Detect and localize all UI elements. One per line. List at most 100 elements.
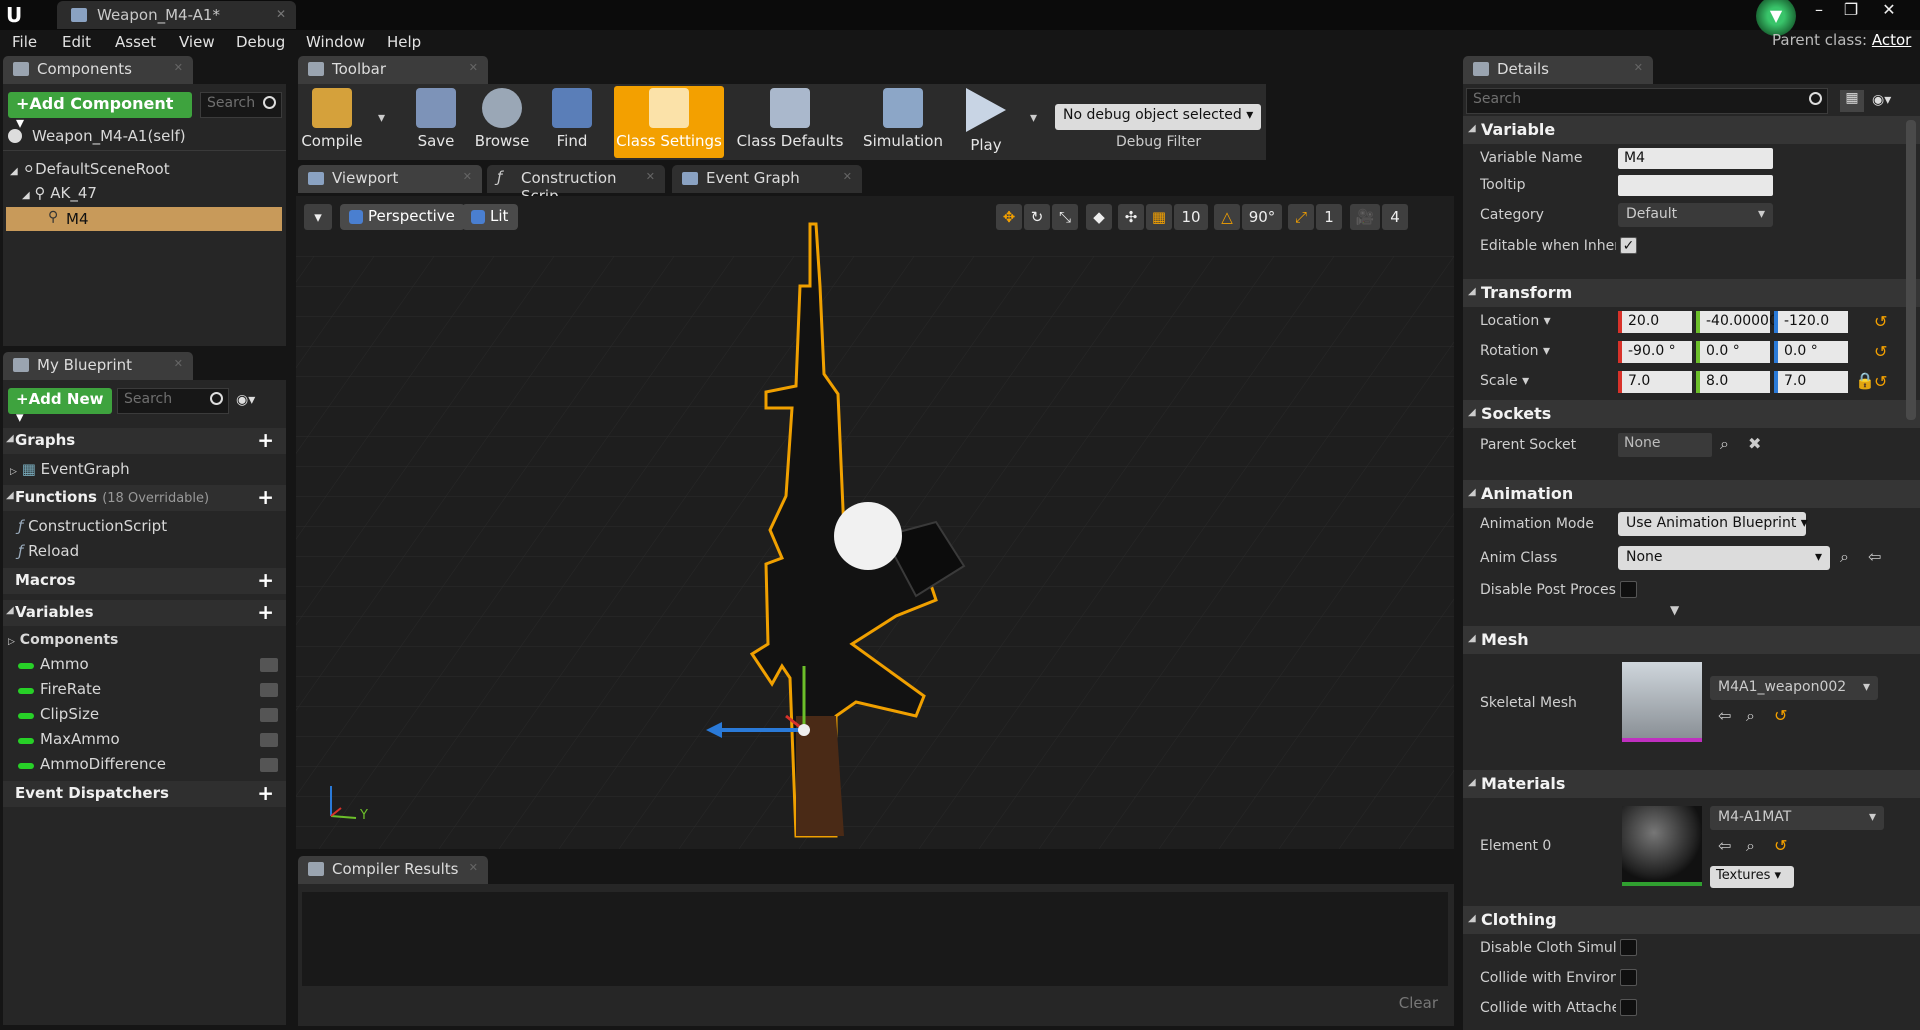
add-variable-icon[interactable]: + xyxy=(257,600,274,624)
compiler-results-tab[interactable]: Compiler Results ✕ xyxy=(298,856,488,884)
camera-speed-value[interactable]: 4 xyxy=(1382,204,1408,230)
reset-mesh-icon[interactable]: ↺ xyxy=(1774,706,1787,725)
toolbar-tab[interactable]: Toolbar ✕ xyxy=(298,56,488,84)
surface-snap-icon[interactable]: ✣ xyxy=(1118,204,1144,230)
perspective-button[interactable]: Perspective xyxy=(340,204,465,230)
rotation-z-field[interactable]: 0.0 ° xyxy=(1774,341,1848,363)
event-dispatchers-category[interactable]: Event Dispatchers + xyxy=(3,781,286,807)
property-matrix-icon[interactable]: ▦ xyxy=(1840,90,1864,112)
menu-edit[interactable]: Edit xyxy=(62,33,91,51)
clear-button[interactable]: Clear xyxy=(1399,994,1438,1012)
materials-section[interactable]: ◢ Materials xyxy=(1463,770,1920,798)
tree-item-defaultsceneroot[interactable]: ◢ ⚪DefaultSceneRoot xyxy=(10,160,170,178)
eye-icon[interactable] xyxy=(260,658,278,672)
translate-tool-icon[interactable]: ✥ xyxy=(996,204,1022,230)
tree-item-ak47[interactable]: ◢ ⚲ AK_47 xyxy=(22,184,97,202)
class-settings-button[interactable]: Class Settings xyxy=(614,86,724,158)
menu-help[interactable]: Help xyxy=(387,33,421,51)
my-blueprint-tab[interactable]: My Blueprint ✕ xyxy=(3,352,193,380)
functions-category[interactable]: ◢ Functions (18 Overridable) + xyxy=(3,485,286,511)
function-item-reload[interactable]: ƒ Reload xyxy=(18,542,79,560)
graph-item-eventgraph[interactable]: ▷ ▦ EventGraph xyxy=(10,460,130,478)
close-tab-icon[interactable]: ✕ xyxy=(174,61,183,74)
use-selected-arrow-icon[interactable]: ⇦ xyxy=(1868,547,1881,566)
rotation-y-field[interactable]: 0.0 ° xyxy=(1696,341,1770,363)
add-new-button[interactable]: +Add New ▾ xyxy=(8,388,112,426)
component-search-input[interactable]: Search xyxy=(200,92,282,118)
menu-file[interactable]: File xyxy=(12,33,37,51)
expand-advanced-icon[interactable]: ▼ xyxy=(1670,603,1679,617)
scale-snap-value[interactable]: 1 xyxy=(1316,204,1342,230)
rotation-label[interactable]: Rotation ▾ xyxy=(1480,343,1610,359)
textures-dropdown[interactable]: Textures ▾ xyxy=(1710,866,1794,888)
close-tab-icon[interactable]: ✕ xyxy=(843,170,852,183)
view-options-eye-icon[interactable]: ◉▾ xyxy=(1872,92,1891,108)
menu-debug[interactable]: Debug xyxy=(236,33,285,51)
material-select[interactable]: M4-A1MAT ▾ xyxy=(1710,806,1884,830)
close-tab-icon[interactable]: ✕ xyxy=(469,61,478,74)
components-group[interactable]: ▷ Components xyxy=(8,632,118,648)
world-local-icon[interactable]: ◆ xyxy=(1086,204,1112,230)
collide-environment-checkbox[interactable] xyxy=(1620,969,1637,986)
variable-item-ammodifference[interactable]: AmmoDifference xyxy=(40,755,166,773)
find-button[interactable]: Find xyxy=(542,86,602,158)
close-tab-icon[interactable]: ✕ xyxy=(1634,61,1643,74)
lit-button[interactable]: Lit xyxy=(462,204,519,230)
variable-section[interactable]: ◢ Variable xyxy=(1463,116,1920,144)
grid-snap-value[interactable]: 10 xyxy=(1174,204,1208,230)
location-z-field[interactable]: -120.0 xyxy=(1774,311,1848,333)
maximize-icon[interactable]: ❐ xyxy=(1836,0,1866,20)
scale-y-field[interactable]: 8.0 xyxy=(1696,371,1770,393)
reset-material-icon[interactable]: ↺ xyxy=(1774,836,1787,855)
rotation-x-field[interactable]: -90.0 ° xyxy=(1618,341,1692,363)
compile-options-chevron-icon[interactable]: ▾ xyxy=(378,110,385,126)
anim-class-select[interactable]: None ▾ xyxy=(1618,546,1830,570)
location-label[interactable]: Location ▾ xyxy=(1480,313,1610,329)
add-graph-icon[interactable]: + xyxy=(257,428,274,452)
add-function-icon[interactable]: + xyxy=(257,485,274,509)
components-tab[interactable]: Components ✕ xyxy=(3,56,193,84)
tooltip-field[interactable] xyxy=(1618,175,1773,196)
use-selected-arrow-icon[interactable]: ⇦ xyxy=(1718,706,1731,725)
skeletal-mesh-select[interactable]: M4A1_weapon002 ▾ xyxy=(1710,676,1878,700)
browse-icon[interactable]: ⌕ xyxy=(1746,706,1755,726)
details-scrollbar[interactable] xyxy=(1906,120,1916,420)
variables-category[interactable]: ◢ Variables + xyxy=(3,600,286,626)
search-icon[interactable]: ⌕ xyxy=(1720,434,1729,454)
use-selected-arrow-icon[interactable]: ⇦ xyxy=(1718,836,1731,855)
close-tab-icon[interactable]: ✕ xyxy=(646,170,655,183)
editable-when-inherited-checkbox[interactable]: ✓ xyxy=(1620,237,1637,254)
viewport-options-chevron-icon[interactable]: ▾ xyxy=(304,204,332,230)
class-defaults-button[interactable]: Class Defaults xyxy=(734,86,846,158)
variable-item-firerate[interactable]: FireRate xyxy=(40,680,101,698)
graphs-category[interactable]: ◢ Graphs + xyxy=(3,428,286,454)
eye-icon[interactable] xyxy=(260,708,278,722)
close-tab-icon[interactable]: ✕ xyxy=(469,861,478,874)
disable-post-process-checkbox[interactable] xyxy=(1620,581,1637,598)
variable-item-clipsize[interactable]: ClipSize xyxy=(40,705,99,723)
tab-construction-script[interactable]: ƒConstruction Scrip✕ xyxy=(487,165,665,205)
menu-view[interactable]: View xyxy=(179,33,215,51)
mesh-section[interactable]: ◢ Mesh xyxy=(1463,626,1920,654)
skeletal-mesh-thumbnail[interactable] xyxy=(1622,662,1702,742)
function-item-constructionscript[interactable]: ƒ ConstructionScript xyxy=(18,517,167,535)
collide-attached-checkbox[interactable] xyxy=(1620,999,1637,1016)
add-component-button[interactable]: +Add Component ▾ xyxy=(8,92,192,132)
add-macro-icon[interactable]: + xyxy=(257,568,274,592)
add-dispatcher-icon[interactable]: + xyxy=(257,781,274,805)
details-search-input[interactable]: Search xyxy=(1466,88,1828,114)
sockets-section[interactable]: ◢ Sockets xyxy=(1463,400,1920,428)
close-tab-icon[interactable]: ✕ xyxy=(463,170,472,183)
self-item[interactable]: Weapon_M4-A1(self) xyxy=(8,127,186,145)
transform-section[interactable]: ◢ Transform xyxy=(1463,279,1920,307)
viewport[interactable]: Y ▾ Perspective Lit ✥ ↻ ⤡ ◆ ✣ ▦ 10 △ 90°… xyxy=(296,196,1454,849)
macros-category[interactable]: Macros + xyxy=(3,568,286,594)
reset-location-icon[interactable]: ↺ xyxy=(1874,312,1887,331)
tree-item-m4-selected[interactable]: ⚲ M4 xyxy=(6,207,282,231)
clear-icon[interactable]: ✖ xyxy=(1748,434,1761,453)
rotation-snap-icon[interactable]: △ xyxy=(1214,204,1240,230)
browse-icon[interactable]: ⌕ xyxy=(1840,547,1849,567)
parent-class-link[interactable]: Actor xyxy=(1872,31,1911,49)
material-thumbnail[interactable] xyxy=(1622,806,1702,886)
debug-object-select[interactable]: No debug object selected ▾ xyxy=(1055,104,1261,130)
